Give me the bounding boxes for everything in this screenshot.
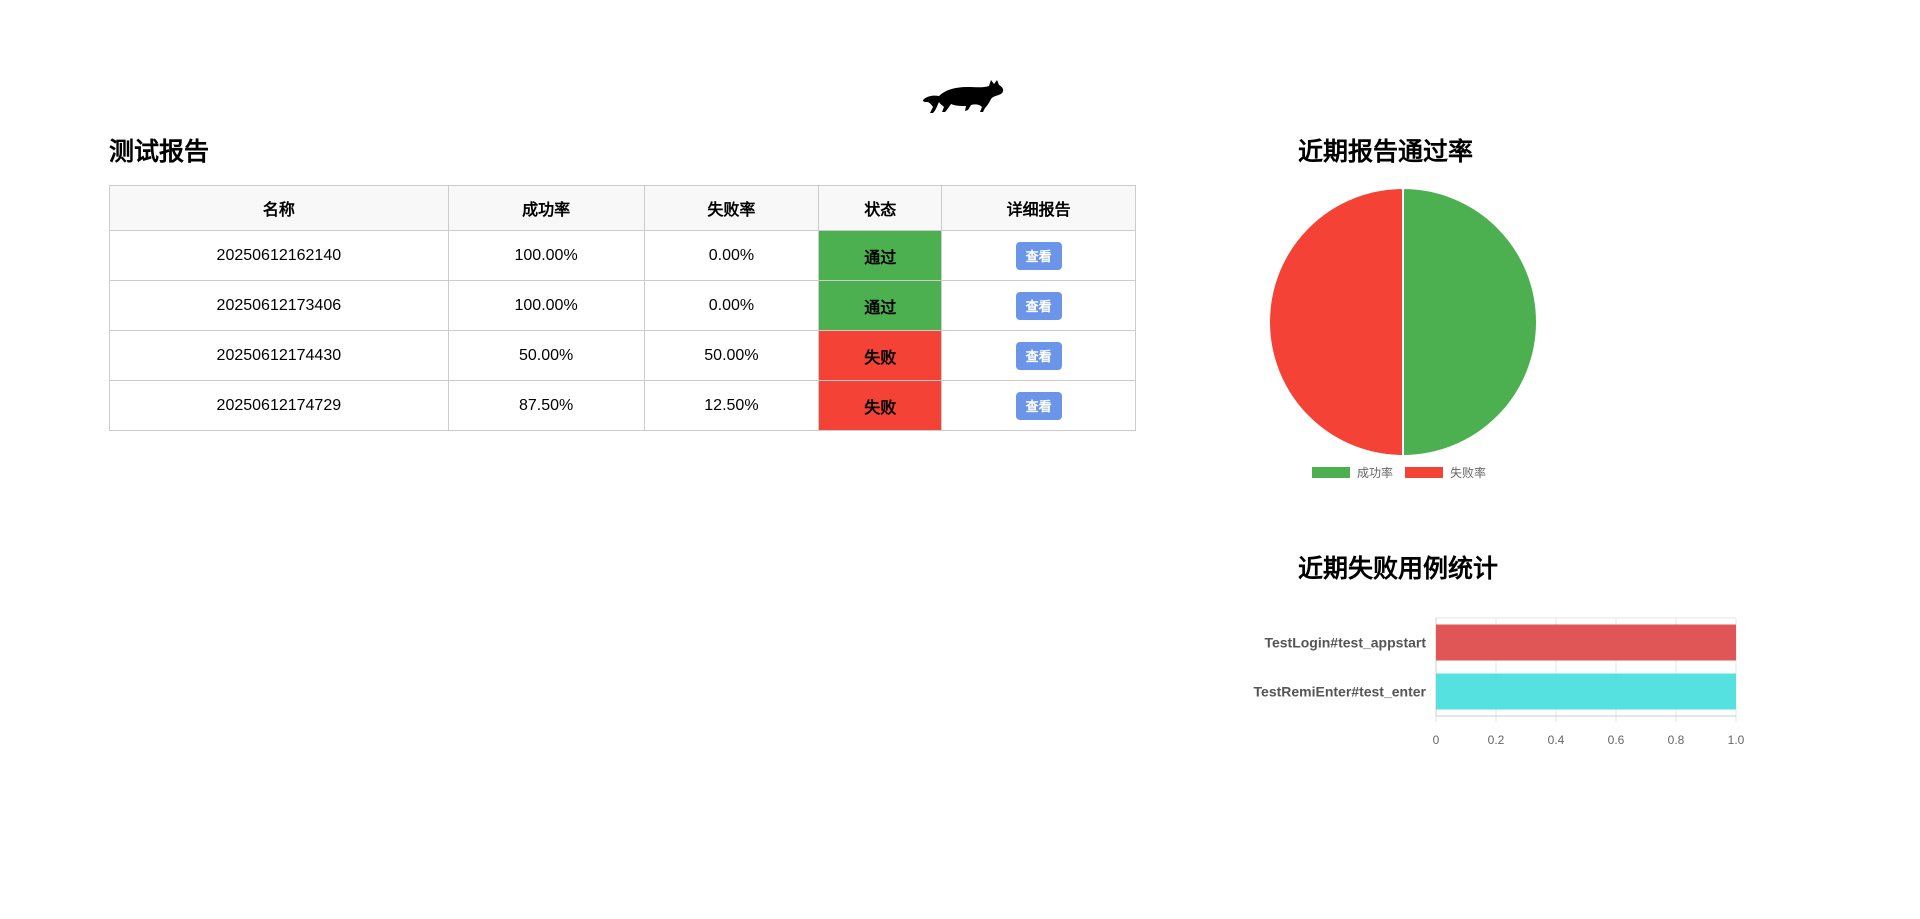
legend-swatch xyxy=(1405,467,1443,478)
x-tick-label: 0.4 xyxy=(1548,733,1565,747)
legend-label: 失败率 xyxy=(1450,465,1486,480)
x-tick-label: 1.0 xyxy=(1728,733,1745,747)
charts-canvas: 成功率 失败率 0 0.2 0.4 0.6 0.8 1.0 TestLogin#test_app… xyxy=(1254,186,1745,747)
x-tick-label: 0.8 xyxy=(1668,733,1685,747)
category-label: TestRemiEnter#test_enter xyxy=(1254,684,1427,700)
bar xyxy=(1436,673,1736,710)
x-tick-label: 0.6 xyxy=(1608,733,1625,747)
category-label: TestLogin#test_appstart xyxy=(1264,635,1426,651)
bar xyxy=(1436,624,1736,661)
legend-label: 成功率 xyxy=(1357,465,1393,480)
pie-slice xyxy=(1402,186,1538,458)
x-tick-label: 0.2 xyxy=(1488,733,1505,747)
x-tick-label: 0 xyxy=(1433,733,1440,747)
legend-swatch xyxy=(1312,467,1350,478)
pie-slice xyxy=(1268,186,1404,458)
